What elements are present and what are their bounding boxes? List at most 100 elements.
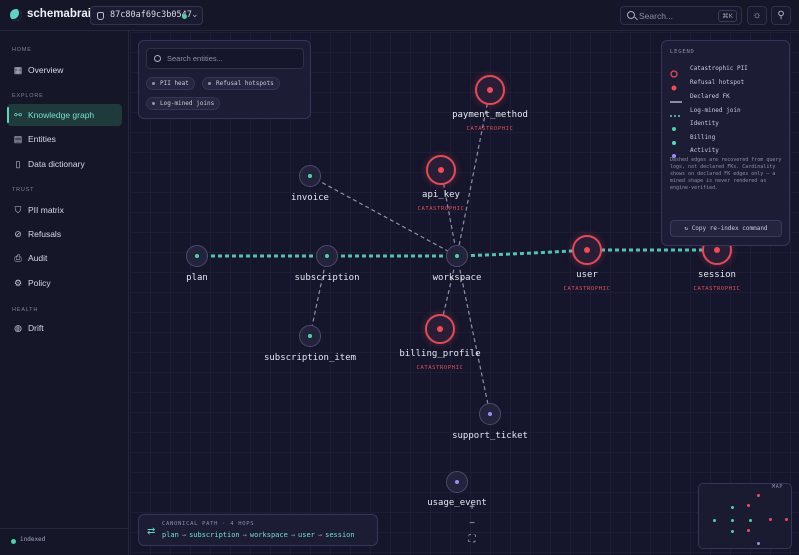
path-step[interactable]: user <box>298 531 315 539</box>
legend-item: Billing <box>670 133 785 145</box>
shield-icon: ⛉ <box>14 205 22 215</box>
entity-search-input[interactable]: Search entities... <box>146 48 304 69</box>
node-plan[interactable] <box>186 245 208 267</box>
node-core <box>455 480 459 484</box>
entity-search-panel: Search entities... PII heat Refusal hots… <box>138 40 311 119</box>
fit-view-button[interactable]: ⛶ <box>464 532 480 548</box>
dot-red-swatch-icon <box>670 79 682 91</box>
canonical-path-steps: plan → subscription → workspace → user → session <box>162 531 355 539</box>
minimap-title: MAP <box>772 484 783 490</box>
legend-label: Declared FK <box>690 93 730 100</box>
sidebar-item-overview[interactable]: ▦ Overview <box>7 59 122 81</box>
path-step[interactable]: subscription <box>189 531 240 539</box>
node-label: support_ticket <box>452 431 528 441</box>
legend-item: Declared FK <box>670 92 785 103</box>
sidebar-item-label: Knowledge graph <box>28 110 95 120</box>
sidebar-item-label: Drift <box>28 323 44 333</box>
node-core <box>714 247 720 253</box>
global-search[interactable]: Search... ⌘K <box>620 6 742 25</box>
zoom-out-button[interactable]: − <box>464 516 480 532</box>
minimap-node <box>713 519 716 522</box>
minimap-node <box>785 518 788 521</box>
audit-icon: ⎙ <box>14 253 22 263</box>
sidebar-footer-divider <box>0 528 129 529</box>
grid-icon: ▦ <box>13 65 23 75</box>
minimap-node <box>731 506 734 509</box>
node-payment-method[interactable] <box>475 75 505 105</box>
legend-item: Catastrophic PII <box>670 64 785 78</box>
canonical-path-title: CANONICAL PATH · 4 HOPS <box>162 521 255 527</box>
sidebar-item-label: Policy <box>28 278 51 288</box>
node-core <box>455 254 459 258</box>
node-label: workspace <box>432 273 482 283</box>
connection-selector[interactable]: 87c80af69c3b0547 ⌄ <box>90 6 203 25</box>
chip-refusal-hotspots[interactable]: Refusal hotspots <box>202 77 280 90</box>
sidebar-item-entities[interactable]: ▤ Entities <box>7 128 122 150</box>
minimap-node <box>757 542 760 545</box>
dot-teal2-swatch-icon <box>670 134 682 145</box>
node-invoice[interactable] <box>299 165 321 187</box>
path-step[interactable]: workspace <box>250 531 288 539</box>
sidebar-item-knowledge-graph[interactable]: ⚯ Knowledge graph <box>7 104 122 126</box>
user-icon: ⚲ <box>777 10 785 21</box>
path-step[interactable]: session <box>325 531 355 539</box>
legend-label: Billing <box>690 134 716 141</box>
legend-label: Catastrophic PII <box>690 65 748 72</box>
node-user[interactable] <box>572 235 602 265</box>
node-tag: CATASTROPHIC <box>563 286 611 292</box>
entity-search-placeholder: Search entities... <box>167 54 223 63</box>
node-core <box>325 254 329 258</box>
search-icon <box>154 55 161 62</box>
sidebar-item-policy[interactable]: ⚙ Policy <box>7 272 122 294</box>
refresh-icon: ↻ <box>684 225 692 232</box>
sidebar-item-audit[interactable]: ⎙ Audit <box>7 247 122 269</box>
account-button[interactable]: ⚲ <box>771 6 791 25</box>
legend-panel: LEGEND Catastrophic PII Refusal hotspot … <box>661 40 790 246</box>
node-label: user <box>576 270 598 280</box>
path-icon: ⇄ <box>147 526 156 537</box>
index-status-dot <box>11 539 16 544</box>
sidebar-item-pii-matrix[interactable]: ⛉ PII matrix <box>7 199 122 221</box>
ring-swatch-icon <box>670 65 682 78</box>
node-billing-profile[interactable] <box>425 314 455 344</box>
legend-title: LEGEND <box>670 49 695 55</box>
node-core <box>584 247 590 253</box>
arrow-icon: → <box>181 531 187 539</box>
legend-item: Activity <box>670 146 785 158</box>
minimap-node <box>731 519 734 522</box>
chip-pii-heat[interactable]: PII heat <box>146 77 195 90</box>
node-subscription[interactable] <box>316 245 338 267</box>
node-api-key[interactable] <box>426 155 456 185</box>
node-core <box>437 326 443 332</box>
canonical-path-panel: ⇄ CANONICAL PATH · 4 HOPS plan → subscript… <box>138 514 378 546</box>
node-tag: CATASTROPHIC <box>466 126 514 132</box>
node-subscription-item[interactable] <box>299 325 321 347</box>
connection-hash: 87c80af69c3b0547 <box>110 10 192 20</box>
index-status: indexed <box>20 536 46 543</box>
node-tag: CATASTROPHIC <box>416 365 464 371</box>
sidebar-item-label: Overview <box>28 65 64 75</box>
zoom-in-button[interactable]: + <box>464 500 480 516</box>
node-workspace[interactable] <box>446 245 468 267</box>
minimap[interactable]: MAP <box>698 483 792 549</box>
ban-icon: ⊘ <box>14 229 22 239</box>
node-label: session <box>698 270 736 280</box>
database-icon <box>97 12 104 20</box>
top-bar: schemabrain 87c80af69c3b0547 ⌄ Search...… <box>0 0 799 31</box>
node-support-ticket[interactable] <box>479 403 501 425</box>
chip-log-mined-joins[interactable]: Log-mined joins <box>146 97 221 110</box>
node-usage-event[interactable] <box>446 471 468 493</box>
sidebar-item-refusals[interactable]: ⊘ Refusals <box>7 223 122 245</box>
section-explore: EXPLORE <box>12 93 44 99</box>
legend-item: Identity <box>670 119 785 131</box>
path-step[interactable]: plan <box>162 531 179 539</box>
node-tag: CATASTROPHIC <box>693 286 741 292</box>
search-placeholder: Search... <box>639 11 674 21</box>
sidebar-item-label: PII matrix <box>28 205 64 215</box>
legend-note: Dashed edges are recovered from query lo… <box>670 157 782 191</box>
sidebar-item-data-dictionary[interactable]: ▯ Data dictionary <box>7 153 122 175</box>
copy-reindex-button[interactable]: ↻ Copy re-index command <box>670 220 782 237</box>
sidebar: HOME ▦ Overview EXPLORE ⚯ Knowledge grap… <box>0 31 129 555</box>
sidebar-item-drift[interactable]: ◍ Drift <box>7 317 122 339</box>
theme-toggle-button[interactable]: ☼ <box>747 6 767 25</box>
